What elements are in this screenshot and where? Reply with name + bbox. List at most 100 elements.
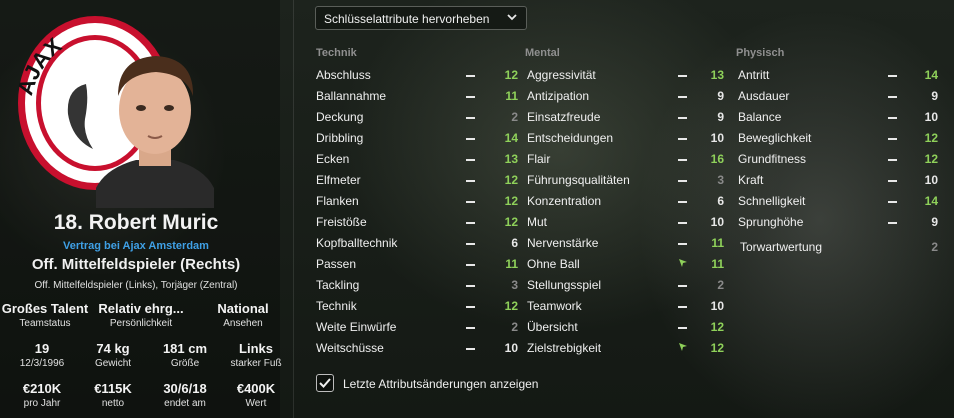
attribute-name: Flair [527, 152, 551, 166]
trend-unchanged-icon [888, 117, 897, 119]
trend-unchanged-icon [888, 201, 897, 203]
trend-unchanged-icon [678, 117, 687, 119]
attribute-name: Nervenstärke [527, 236, 599, 250]
attribute-value: 13 [710, 68, 724, 82]
attribute-row-technik[interactable]: Dribbling 14 [316, 127, 520, 148]
attribute-row-mental[interactable]: Teamwork 10 [527, 295, 727, 316]
trend-up-icon [679, 343, 687, 351]
attribute-value: 12 [504, 173, 518, 187]
attribute-value: 12 [504, 68, 518, 82]
trend-unchanged-icon [466, 138, 475, 140]
attribute-row-technik[interactable]: Flanken 12 [316, 190, 520, 211]
attribute-name: Kopfballtechnik [316, 236, 398, 250]
attribute-row-physisch[interactable]: Sprunghöhe 9 [738, 211, 940, 232]
attribute-row-technik[interactable]: Ballannahme 11 [316, 85, 520, 106]
attribute-row-technik[interactable]: Technik 12 [316, 295, 520, 316]
attribute-row-physisch[interactable]: Grundfitness 12 [738, 148, 940, 169]
attribute-value: 12 [710, 320, 724, 334]
attribute-value: 11 [711, 236, 724, 250]
attribute-row-physisch[interactable]: Balance 10 [738, 106, 940, 127]
attribute-row-mental[interactable]: Stellungsspiel 2 [527, 274, 727, 295]
attribute-value: 6 [511, 236, 518, 250]
player-position: Off. Mittelfeldspieler (Rechts) [31, 256, 241, 273]
attribute-value: 11 [711, 257, 724, 271]
attribute-row-technik[interactable]: Freistöße 12 [316, 211, 520, 232]
attribute-row-technik[interactable]: Deckung 2 [316, 106, 520, 127]
trend-unchanged-icon [466, 306, 475, 308]
attribute-row-mental[interactable]: Übersicht 12 [527, 316, 727, 337]
attribute-value: 10 [924, 173, 938, 187]
show-changes-label: Letzte Attributsänderungen anzeigen [343, 377, 539, 391]
attribute-value: 14 [504, 131, 518, 145]
attribute-row-physisch[interactable]: Beweglichkeit 12 [738, 127, 940, 148]
attribute-row-technik[interactable]: Ecken 13 [316, 148, 520, 169]
attribute-name: Flanken [316, 194, 359, 208]
attribute-name: Technik [316, 299, 357, 313]
trend-unchanged-icon [678, 306, 687, 308]
attribute-name: Balance [738, 110, 782, 124]
attribute-row-technik[interactable]: Elfmeter 12 [316, 169, 520, 190]
highlight-attributes-dropdown[interactable]: Schlüsselattribute hervorheben [315, 6, 527, 30]
attribute-value: 2 [511, 320, 518, 334]
attribute-row-technik[interactable]: Tackling 3 [316, 274, 520, 295]
attribute-row-mental[interactable]: Führungsqualitäten 3 [527, 169, 727, 190]
attribute-value: 11 [505, 89, 518, 103]
column-header-physisch: Physisch [736, 47, 785, 59]
attribute-row-technik[interactable]: Passen 11 [316, 253, 520, 274]
attribute-row-technik[interactable]: Weitschüsse 10 [316, 337, 520, 358]
attribute-row-mental[interactable]: Konzentration 6 [527, 190, 727, 211]
attribute-name: Abschluss [316, 68, 371, 82]
attribute-row-mental[interactable]: Nervenstärke 11 [527, 232, 727, 253]
info-personality: Relativ ehrg... Persönlichkeit [98, 301, 184, 329]
attribute-row-technik[interactable]: Kopfballtechnik 6 [316, 232, 520, 253]
attribute-row-physisch[interactable]: Ausdauer 9 [738, 85, 940, 106]
info-team-status: Großes Talent Teamstatus [1, 301, 89, 329]
attribute-value: 12 [924, 152, 938, 166]
attribute-name: Torwartwertung [740, 240, 823, 254]
attribute-row-physisch[interactable]: Schnelligkeit 14 [738, 190, 940, 211]
info-preferred-foot: Links starker Fuß [230, 341, 282, 369]
attribute-row-mental[interactable]: Mut 10 [527, 211, 727, 232]
attribute-name: Schnelligkeit [738, 194, 806, 208]
trend-unchanged-icon [678, 285, 687, 287]
attribute-row-mental[interactable]: Aggressivität 13 [527, 64, 727, 85]
attribute-name: Ecken [316, 152, 350, 166]
trend-unchanged-icon [466, 117, 475, 119]
attribute-name: Sprunghöhe [738, 215, 804, 229]
chevron-down-icon [507, 14, 517, 21]
attribute-value: 12 [924, 131, 938, 145]
trend-unchanged-icon [888, 138, 897, 140]
attribute-row-goalkeeper-rating[interactable]: Torwartwertung 2 [740, 236, 942, 257]
attribute-row-mental[interactable]: Einsatzfreude 9 [527, 106, 727, 127]
dropdown-label: Schlüsselattribute hervorheben [324, 12, 490, 26]
trend-unchanged-icon [678, 75, 687, 77]
attribute-row-physisch[interactable]: Kraft 10 [738, 169, 940, 190]
attribute-name: Einsatzfreude [527, 110, 601, 124]
attribute-value: 12 [504, 215, 518, 229]
attribute-row-mental[interactable]: Entscheidungen 10 [527, 127, 727, 148]
attribute-row-mental[interactable]: Zielstrebigkeit 12 [527, 337, 727, 358]
trend-unchanged-icon [678, 201, 687, 203]
attribute-row-technik[interactable]: Weite Einwürfe 2 [316, 316, 520, 337]
attribute-value: 2 [511, 110, 518, 124]
show-changes-checkbox[interactable] [316, 374, 334, 392]
attribute-row-mental[interactable]: Antizipation 9 [527, 85, 727, 106]
trend-unchanged-icon [466, 285, 475, 287]
trend-unchanged-icon [678, 180, 687, 182]
attribute-name: Übersicht [527, 320, 578, 334]
attribute-value: 3 [511, 278, 518, 292]
trend-unchanged-icon [466, 264, 475, 266]
attribute-row-mental[interactable]: Ohne Ball 11 [527, 253, 727, 274]
trend-unchanged-icon [678, 243, 687, 245]
attribute-row-technik[interactable]: Abschluss 12 [316, 64, 520, 85]
attribute-name: Führungsqualitäten [527, 173, 630, 187]
trend-unchanged-icon [466, 222, 475, 224]
contract-link[interactable]: Vertrag bei Ajax Amsterdam [0, 240, 272, 252]
trend-unchanged-icon [888, 159, 897, 161]
attribute-row-mental[interactable]: Flair 16 [527, 148, 727, 169]
attribute-name: Stellungsspiel [527, 278, 602, 292]
trend-unchanged-icon [888, 222, 897, 224]
attribute-row-physisch[interactable]: Antritt 14 [738, 64, 940, 85]
attribute-value: 2 [931, 240, 938, 254]
attribute-name: Entscheidungen [527, 131, 614, 145]
